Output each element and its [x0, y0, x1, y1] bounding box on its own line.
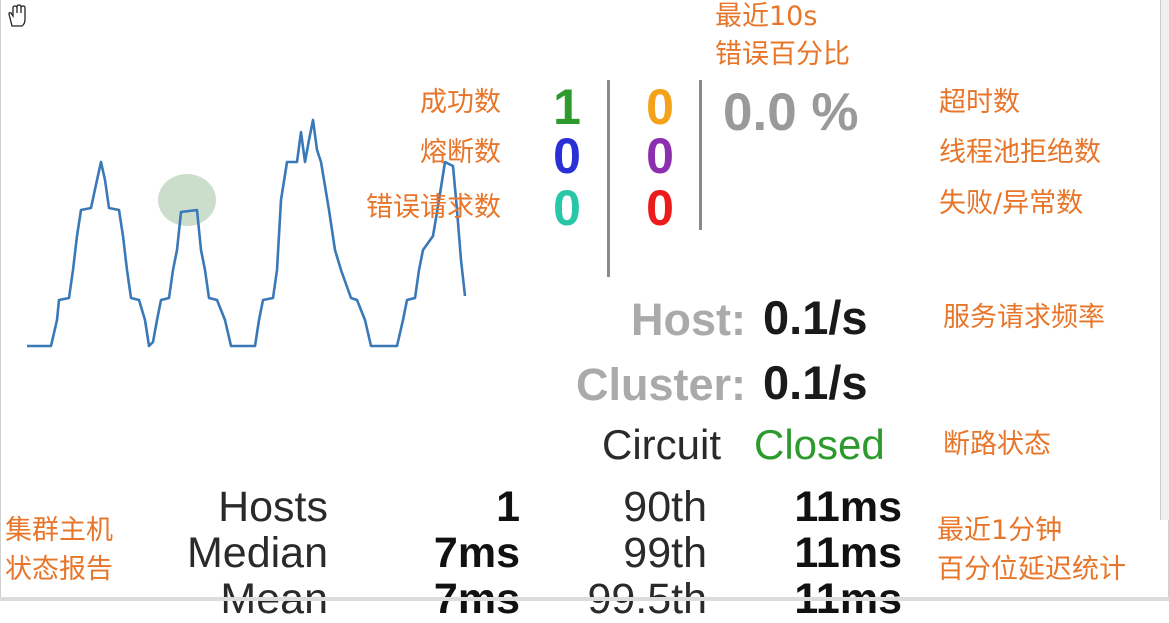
hystrix-dashboard-panel: 最近10s 错误百分比 成功数 熔断数 错误请求数 1 0 0 0 0 0 0.…	[0, 0, 1169, 621]
error-percentage: 0.0 %	[723, 83, 859, 142]
median-label: Median	[186, 529, 328, 577]
success-count-label: 成功数	[420, 87, 501, 118]
timeout-label: 超时数	[939, 87, 1020, 118]
cluster-rate-label: Cluster:	[575, 359, 746, 410]
circuit-status: Closed	[754, 421, 885, 468]
timeout-count: 0	[646, 79, 674, 135]
cluster-rate-value: 0.1/s	[763, 356, 868, 409]
host-rate-value: 0.1/s	[763, 291, 868, 344]
health-bubble	[158, 174, 216, 226]
hand-cursor-icon	[8, 4, 26, 27]
p99-value: 11ms	[794, 529, 902, 577]
counter-divider-2	[699, 80, 702, 230]
cluster-report-label-line2: 状态报告	[5, 554, 113, 585]
bad-request-count: 0	[553, 180, 581, 236]
horizontal-scrollbar[interactable]	[0, 597, 1169, 601]
hosts-value: 1	[496, 483, 520, 531]
request-rate-sparkline	[27, 118, 467, 348]
bad-request-label: 错误请求数	[366, 192, 501, 223]
thread-pool-rejected-label: 线程池拒绝数	[939, 137, 1101, 168]
counter-divider-1	[607, 80, 610, 277]
median-value: 7ms	[433, 529, 520, 577]
latency-label-line1: 最近1分钟	[937, 515, 1063, 546]
circuit-status-annotation: 断路状态	[943, 429, 1051, 460]
p90-label: 90th	[623, 483, 707, 531]
recent-error-label-line1: 最近10s	[715, 1, 818, 32]
failure-label: 失败/异常数	[939, 188, 1084, 219]
vertical-scrollbar[interactable]	[1160, 0, 1169, 520]
short-circuited-count: 0	[553, 128, 581, 184]
host-rate-label: Host:	[631, 294, 746, 345]
thread-pool-rejected-count: 0	[646, 128, 674, 184]
request-rate-label: 服务请求频率	[943, 302, 1105, 333]
failure-count: 0	[646, 180, 674, 236]
sparkline-path	[27, 118, 467, 348]
p99-label: 99th	[623, 529, 707, 577]
recent-error-label-line2: 错误百分比	[715, 39, 850, 70]
success-count: 1	[553, 79, 581, 135]
latency-label-line2: 百分位延迟统计	[937, 554, 1126, 585]
circuit-label: Circuit	[602, 421, 722, 468]
cluster-report-label-line1: 集群主机	[5, 515, 113, 546]
short-circuited-label: 熔断数	[420, 137, 501, 168]
hosts-label: Hosts	[218, 483, 328, 531]
p90-value: 11ms	[794, 483, 902, 531]
